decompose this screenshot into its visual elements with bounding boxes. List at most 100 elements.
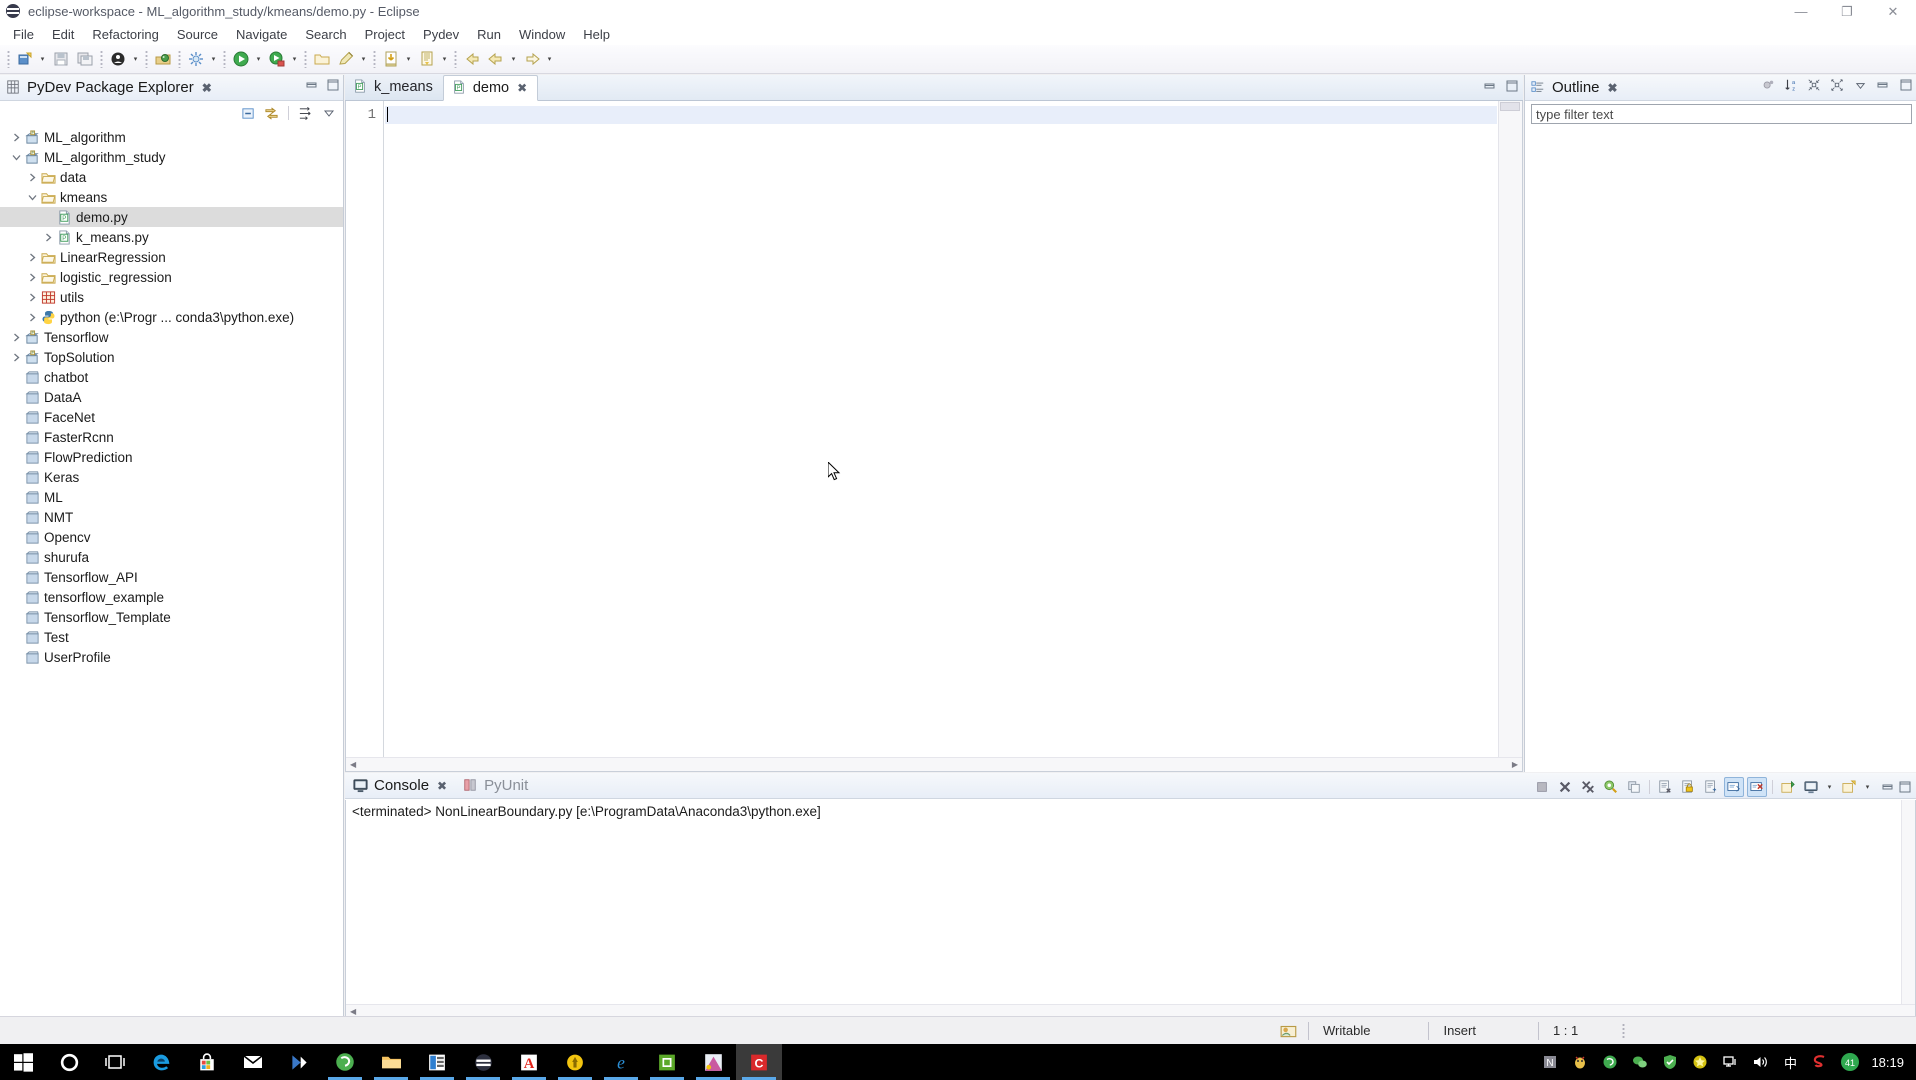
console-body[interactable]: <terminated> NonLinearBoundary.py [e:\Pr… <box>345 800 1916 1019</box>
close-icon[interactable]: ✖ <box>1608 81 1618 95</box>
minimize-icon[interactable] <box>1483 79 1497 93</box>
pin-console-icon[interactable] <box>1778 777 1798 797</box>
download-dropdown-icon[interactable]: ▾ <box>403 48 414 70</box>
tree-item-linearregression[interactable]: LinearRegression <box>0 247 343 267</box>
hide-fields-icon[interactable] <box>1761 78 1775 92</box>
tree-item-ml_algorithm[interactable]: P ML_algorithm <box>0 127 343 147</box>
maximize-icon[interactable] <box>1898 780 1912 794</box>
editor-code-area[interactable] <box>385 101 1497 757</box>
chevron-right-icon[interactable] <box>24 289 40 305</box>
security-shield-tray-icon[interactable] <box>1655 1044 1685 1080</box>
camtasia-icon[interactable]: C <box>736 1044 782 1080</box>
close-icon[interactable]: ✖ <box>437 779 447 793</box>
forward-prev-icon[interactable] <box>485 48 507 70</box>
chevron-right-icon[interactable] <box>24 269 40 285</box>
bandizip-icon[interactable] <box>552 1044 598 1080</box>
chevron-right-icon[interactable] <box>24 249 40 265</box>
chevron-down-icon[interactable] <box>8 149 24 165</box>
download-icon[interactable] <box>380 48 402 70</box>
coverage-dropdown-icon[interactable]: ▾ <box>289 48 300 70</box>
wechat-tray-icon[interactable] <box>1625 1044 1655 1080</box>
chevron-down-icon[interactable] <box>24 189 40 205</box>
tab-pydev-package-explorer[interactable]: PyDev Package Explorer ✖ <box>0 75 218 101</box>
temperature-tray-icon[interactable]: 41 <box>1835 1044 1865 1080</box>
onenote-tray-icon[interactable]: N <box>1535 1044 1565 1080</box>
menu-project[interactable]: Project <box>356 25 414 44</box>
tree-item-fasterrcnn[interactable]: FasterRcnn <box>0 427 343 447</box>
minimize-icon[interactable] <box>1881 780 1895 794</box>
tree-item-flowprediction[interactable]: FlowPrediction <box>0 447 343 467</box>
maximize-icon[interactable] <box>1505 79 1519 93</box>
menu-navigate[interactable]: Navigate <box>227 25 296 44</box>
sogou-tray-icon[interactable] <box>1805 1044 1835 1080</box>
menu-file[interactable]: File <box>4 25 43 44</box>
tab-pyunit[interactable]: PyUnit <box>455 773 536 799</box>
volume-tray-icon[interactable] <box>1745 1044 1775 1080</box>
view-menu-icon[interactable] <box>1853 78 1867 92</box>
task-view-icon[interactable] <box>92 1044 138 1080</box>
run-dropdown-icon[interactable]: ▾ <box>253 48 264 70</box>
vlc-icon[interactable] <box>276 1044 322 1080</box>
minimize-button[interactable]: — <box>1778 0 1824 23</box>
tree-item-ml_algorithm_study[interactable]: P ML_algorithm_study <box>0 147 343 167</box>
360-safe-tray-icon[interactable] <box>1685 1044 1715 1080</box>
outline-filter-input[interactable]: type filter text <box>1531 104 1912 124</box>
tree-item-tensorflow_template[interactable]: Tensorflow_Template <box>0 607 343 627</box>
scroll-right-icon[interactable]: ▶ <box>1508 760 1522 769</box>
tree-item-demo.py[interactable]: Pdemo.py <box>0 207 343 227</box>
forward-icon[interactable] <box>521 48 543 70</box>
chevron-right-icon[interactable] <box>8 349 24 365</box>
tree-item-kmeans[interactable]: kmeans <box>0 187 343 207</box>
back-dropdown-icon[interactable]: ▾ <box>508 48 519 70</box>
menu-help[interactable]: Help <box>574 25 619 44</box>
editor-tab-k_means[interactable]: P k_means <box>345 74 443 100</box>
show-console-on-error-icon[interactable] <box>1747 777 1767 797</box>
editor-horizontal-scrollbar[interactable]: ◀ ▶ <box>346 757 1522 771</box>
tree-item-test[interactable]: Test <box>0 627 343 647</box>
tree-item-data[interactable]: data <box>0 167 343 187</box>
link-with-editor-icon[interactable] <box>263 105 280 122</box>
scroll-left-icon[interactable]: ◀ <box>346 1007 360 1016</box>
view-menu-icon[interactable] <box>320 105 337 122</box>
package-explorer-tree[interactable]: P ML_algorithm P ML_algorithm_study data kmea… <box>0 125 343 667</box>
run-icon[interactable] <box>230 48 252 70</box>
save-icon[interactable] <box>50 48 72 70</box>
expand-all-icon[interactable] <box>1830 78 1844 92</box>
ie-icon[interactable]: e <box>598 1044 644 1080</box>
external-tools-icon[interactable] <box>185 48 207 70</box>
adobe-reader-icon[interactable]: A <box>506 1044 552 1080</box>
chevron-right-icon[interactable] <box>40 229 56 245</box>
show-console-on-output-icon[interactable] <box>1724 777 1744 797</box>
chevron-right-icon[interactable] <box>8 329 24 345</box>
console-vertical-scrollbar[interactable] <box>1901 800 1915 1004</box>
tree-item-tensorflow[interactable]: P Tensorflow <box>0 327 343 347</box>
tree-item-dataa[interactable]: DataA <box>0 387 343 407</box>
tree-item-tensorflow_api[interactable]: Tensorflow_API <box>0 567 343 587</box>
sort-alphabetically-icon[interactable]: az <box>1784 78 1798 92</box>
chevron-right-icon[interactable] <box>8 129 24 145</box>
open-console-arrow-icon[interactable]: ▾ <box>1862 776 1873 798</box>
chevron-right-icon[interactable] <box>24 309 40 325</box>
menu-edit[interactable]: Edit <box>43 25 83 44</box>
save-all-icon[interactable] <box>74 48 96 70</box>
open-console-icon[interactable] <box>1839 777 1859 797</box>
wps-icon[interactable] <box>414 1044 460 1080</box>
tree-item-tensorflow_example[interactable]: tensorflow_example <box>0 587 343 607</box>
chevron-right-icon[interactable] <box>24 169 40 185</box>
eclipse-taskbar-icon[interactable] <box>460 1044 506 1080</box>
menu-run[interactable]: Run <box>468 25 510 44</box>
360-tray-icon[interactable] <box>1595 1044 1625 1080</box>
evernote-icon[interactable] <box>644 1044 690 1080</box>
terminate-icon[interactable] <box>1532 777 1552 797</box>
display-selected-console-icon[interactable] <box>1801 777 1821 797</box>
tree-item-chatbot[interactable]: chatbot <box>0 367 343 387</box>
qq-tray-icon[interactable] <box>1565 1044 1595 1080</box>
scroll-lock-icon[interactable] <box>1678 777 1698 797</box>
edge-icon[interactable] <box>138 1044 184 1080</box>
tree-item-keras[interactable]: Keras <box>0 467 343 487</box>
tree-item-utils[interactable]: utils <box>0 287 343 307</box>
tree-item-python-e-progr-...-conda3-python.exe-[interactable]: python (e:\Progr ... conda3\python.exe) <box>0 307 343 327</box>
remove-all-terminated-icon[interactable] <box>1578 777 1598 797</box>
external-tools-dropdown-icon[interactable]: ▾ <box>208 48 219 70</box>
new-wizard-dropdown-icon[interactable]: ▾ <box>37 48 48 70</box>
